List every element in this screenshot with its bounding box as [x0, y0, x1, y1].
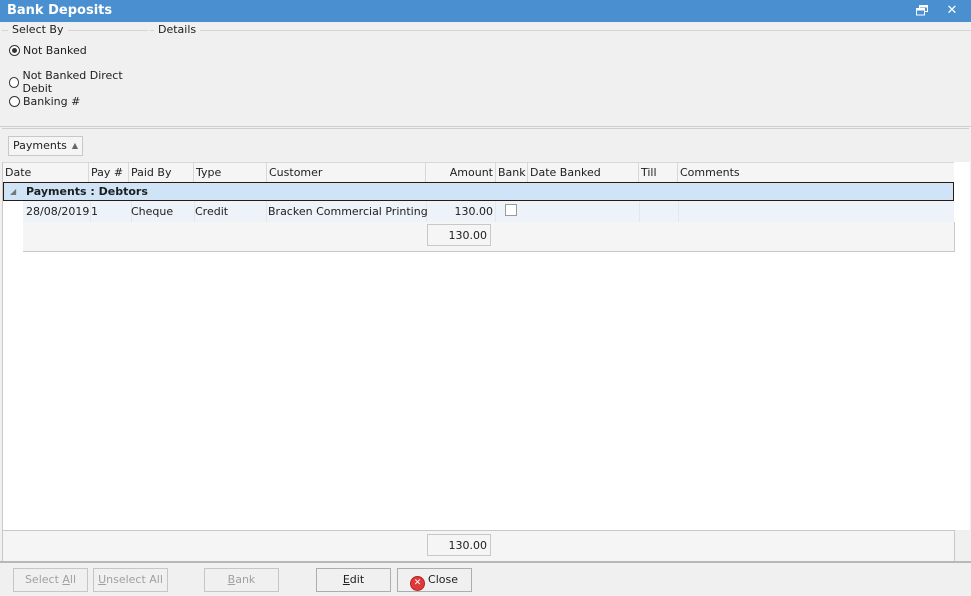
radio-unselected-icon [9, 76, 20, 88]
filter-area: Select By Not Banked Not Banked Direct D… [0, 22, 971, 127]
column-header-amount[interactable]: Amount [426, 163, 496, 182]
group-row-payments-debtors[interactable]: ◢ Payments : Debtors [3, 182, 954, 201]
radio-unselected-icon [9, 96, 20, 107]
cell-till [639, 201, 679, 222]
unselect-all-button[interactable]: Unselect All [93, 568, 168, 592]
button-label: nselect All [106, 573, 163, 586]
column-header-pay-no[interactable]: Pay # [89, 163, 129, 182]
group-by-panel: Payments ▲ [2, 128, 969, 163]
edit-button[interactable]: Edit [316, 568, 391, 592]
radio-not-banked-direct-debit[interactable]: Not Banked Direct Debit [9, 69, 148, 95]
button-mnemonic: A [62, 573, 70, 586]
button-label: dit [349, 573, 365, 586]
radio-banking-number[interactable]: Banking # [9, 95, 80, 108]
bank-button[interactable]: Bank [204, 568, 279, 592]
close-button[interactable]: ✕ Close [397, 568, 472, 592]
grid-header: Date Pay # Paid By Type Customer Amount … [3, 162, 954, 183]
column-header-paid-by[interactable]: Paid By [129, 163, 194, 182]
close-circle-icon: ✕ [411, 577, 425, 590]
select-by-group: Select By Not Banked Not Banked Direct D… [2, 23, 148, 127]
restore-window-icon[interactable] [914, 4, 930, 18]
cell-date: 28/08/2019 [23, 201, 91, 222]
close-icon[interactable]: ✕ [944, 4, 960, 18]
window-title: Bank Deposits [7, 3, 113, 18]
cell-customer: Bracken Commercial Printing [267, 201, 428, 222]
cell-paid-by: Cheque [129, 201, 195, 222]
group-chip-label: Payments [13, 139, 67, 152]
radio-label: Not Banked Direct Debit [22, 69, 123, 95]
button-label: ank [235, 573, 256, 586]
button-mnemonic: E [342, 573, 350, 586]
column-header-date-banked[interactable]: Date Banked [528, 163, 639, 182]
cell-pay-no: 1 [89, 201, 132, 222]
details-group: Details [150, 23, 971, 127]
group-chip-payments[interactable]: Payments ▲ [8, 136, 84, 156]
column-header-type[interactable]: Type [194, 163, 267, 182]
button-label: Select [24, 573, 63, 586]
group-footer: 130.00 [23, 222, 955, 252]
radio-label: Banking # [23, 95, 81, 108]
select-by-legend: Select By [8, 23, 68, 36]
button-label: Close [428, 573, 458, 586]
payments-grid: Date Pay # Paid By Type Customer Amount … [2, 162, 970, 530]
column-header-customer[interactable]: Customer [267, 163, 426, 182]
group-amount-total: 130.00 [427, 224, 491, 246]
group-row-label: Payments : Debtors [26, 185, 148, 198]
cell-comments [679, 201, 954, 222]
cell-amount: 130.00 [427, 201, 496, 222]
collapse-group-icon[interactable]: ◢ [10, 187, 16, 196]
column-header-till[interactable]: Till [639, 163, 678, 182]
grid-footer: 130.00 [2, 530, 955, 561]
radio-not-banked[interactable]: Not Banked [9, 44, 87, 57]
button-mnemonic: U [98, 573, 107, 586]
details-legend: Details [154, 23, 201, 36]
select-all-button[interactable]: Select All [13, 568, 88, 592]
column-header-date[interactable]: Date [3, 163, 89, 182]
button-bar: Select All Unselect All Bank Edit ✕ Close [0, 561, 971, 596]
radio-label: Not Banked [23, 44, 87, 57]
button-label: ll [69, 573, 77, 586]
radio-selected-icon [9, 45, 20, 56]
title-bar: Bank Deposits ✕ [0, 0, 971, 22]
column-header-comments[interactable]: Comments [678, 163, 954, 182]
cell-date-banked [528, 201, 640, 222]
column-header-bank[interactable]: Bank [496, 163, 528, 182]
table-row[interactable]: 28/08/2019 1 Cheque Credit Bracken Comme… [23, 201, 954, 222]
sort-ascending-icon: ▲ [71, 141, 79, 150]
grand-amount-total: 130.00 [427, 534, 491, 556]
cell-type: Credit [194, 201, 267, 222]
bank-checkbox[interactable] [505, 204, 517, 216]
